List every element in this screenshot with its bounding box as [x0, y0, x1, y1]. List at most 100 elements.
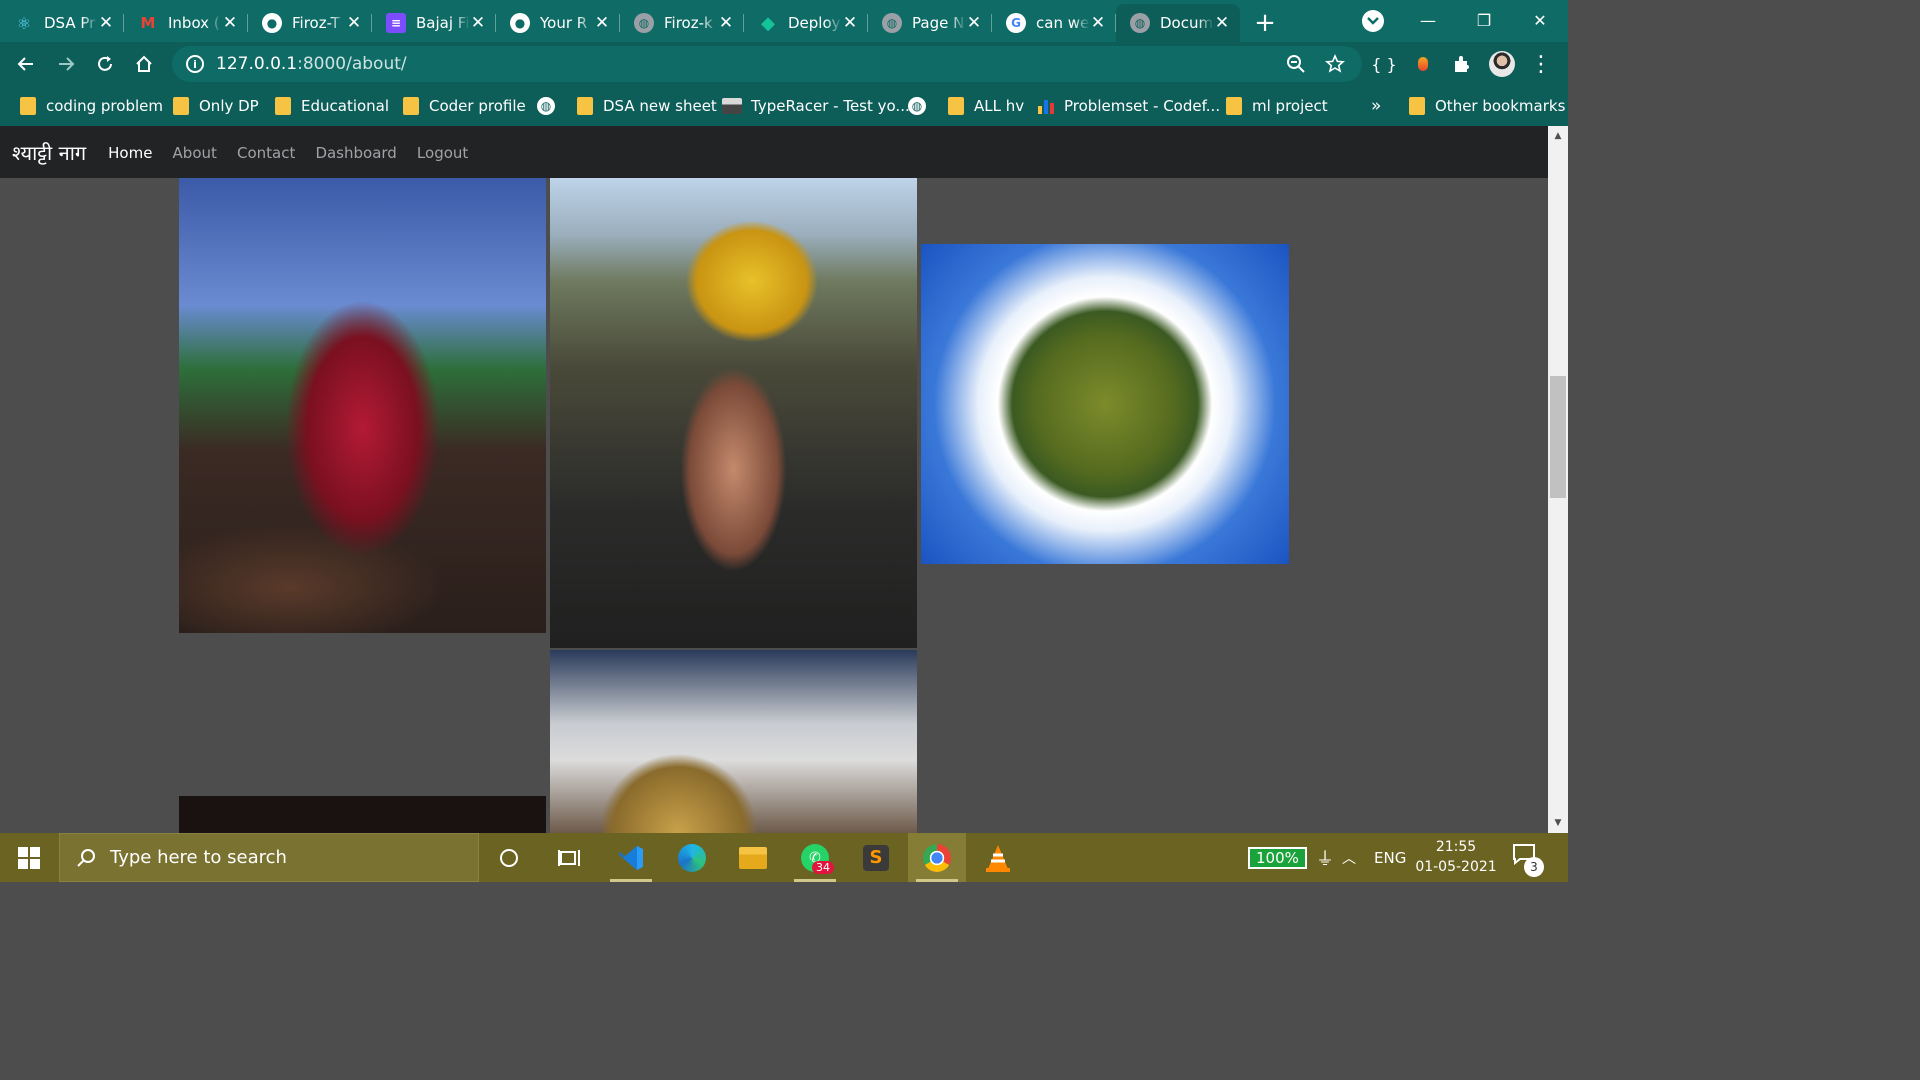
- address-bar[interactable]: i 127.0.0.1:8000/about/: [172, 46, 1362, 82]
- whatsapp-badge: 34: [812, 861, 834, 874]
- edge-icon[interactable]: [663, 833, 721, 882]
- profile-avatar[interactable]: [1486, 48, 1518, 80]
- forward-icon[interactable]: [50, 48, 82, 80]
- scrollbar-thumb[interactable]: [1550, 376, 1566, 498]
- close-tab-icon[interactable]: ✕: [1090, 13, 1106, 33]
- vlc-icon[interactable]: [969, 833, 1027, 882]
- page-scrollbar[interactable]: ▲ ▼: [1548, 126, 1568, 833]
- scroll-down-arrow-icon[interactable]: ▼: [1548, 815, 1568, 831]
- power-plug-icon[interactable]: ⏚: [1316, 833, 1334, 882]
- battery-indicator[interactable]: 100%: [1248, 833, 1307, 882]
- action-center-icon[interactable]: 3: [1512, 843, 1544, 877]
- bookmark-other-bookmarks[interactable]: Other bookmarks: [1409, 94, 1565, 118]
- new-tab-button[interactable]: +: [1240, 4, 1290, 42]
- tab-can-we[interactable]: G can we ✕: [992, 4, 1116, 42]
- folder-icon: [948, 97, 964, 115]
- bookmark-educational[interactable]: Educational: [275, 94, 389, 118]
- tab-your-r[interactable]: ● Your R ✕: [496, 4, 620, 42]
- whatsapp-icon[interactable]: ✆ 34: [786, 833, 844, 882]
- minimize-icon[interactable]: —: [1400, 0, 1456, 40]
- bookmark-label: Problemset - Codef...: [1064, 97, 1221, 115]
- bookmark-coding-problem[interactable]: coding problem: [20, 94, 163, 118]
- globe-icon: ◍: [537, 97, 555, 115]
- back-icon[interactable]: [10, 48, 42, 80]
- site-nav: Home About Contact Dashboard Logout: [108, 143, 483, 162]
- react-icon: ⚛: [16, 13, 32, 33]
- json-viewer-extension-icon[interactable]: { }: [1368, 48, 1400, 80]
- extensions-puzzle-icon[interactable]: [1446, 48, 1478, 80]
- bookmark-globe-2[interactable]: ◍: [908, 94, 936, 118]
- bookmark-label: ml project: [1252, 97, 1328, 115]
- bookmark-typeracer[interactable]: TypeRacer - Test yo...: [722, 94, 910, 118]
- nav-dashboard[interactable]: Dashboard: [315, 144, 396, 162]
- more-bookmarks-chevron[interactable]: »: [1371, 94, 1381, 118]
- tray-chevron-up-icon[interactable]: ︿: [1342, 833, 1356, 882]
- file-explorer-icon[interactable]: [724, 833, 782, 882]
- browser-toolbar: i 127.0.0.1:8000/about/ { } ⋮: [0, 42, 1568, 86]
- close-tab-icon[interactable]: ✕: [1214, 13, 1230, 33]
- reload-icon[interactable]: [89, 48, 121, 80]
- nav-logout[interactable]: Logout: [417, 144, 468, 162]
- windows-start-icon[interactable]: [0, 833, 58, 882]
- bookmark-globe[interactable]: ◍: [537, 94, 565, 118]
- codeforces-icon: [1038, 98, 1054, 114]
- system-clock[interactable]: 21:55 01-05-2021: [1410, 837, 1502, 877]
- home-icon[interactable]: [128, 48, 160, 80]
- bookmark-all-hv[interactable]: ALL hv: [948, 94, 1024, 118]
- close-tab-icon[interactable]: ✕: [842, 13, 858, 33]
- bookmark-only-dp[interactable]: Only DP: [173, 94, 259, 118]
- tab-deploy[interactable]: ◆ Deploy ✕: [744, 4, 868, 42]
- tab-bajaj[interactable]: ≡ Bajaj Fi ✕: [372, 4, 496, 42]
- nav-home[interactable]: Home: [108, 144, 152, 162]
- running-indicator: [794, 879, 836, 882]
- site-info-icon[interactable]: i: [186, 55, 204, 73]
- folder-icon: [1409, 97, 1425, 115]
- chrome-icon[interactable]: [908, 833, 966, 882]
- site-brand[interactable]: श्याट्टी नाग: [12, 139, 86, 166]
- tab-document-active[interactable]: ◍ Docum ✕: [1116, 4, 1240, 42]
- task-view-icon[interactable]: [540, 833, 598, 882]
- globe-icon: ◍: [882, 13, 902, 33]
- language-indicator[interactable]: ENG: [1374, 833, 1406, 882]
- vscode-icon[interactable]: [602, 833, 660, 882]
- restore-icon[interactable]: ❐: [1456, 0, 1512, 40]
- globe-icon: ◍: [908, 97, 926, 115]
- extension-drop-icon[interactable]: [1407, 48, 1439, 80]
- forms-icon: ≡: [386, 13, 406, 33]
- menu-kebab-icon[interactable]: ⋮: [1525, 48, 1557, 80]
- close-tab-icon[interactable]: ✕: [346, 13, 362, 33]
- sublime-text-icon[interactable]: S: [847, 833, 905, 882]
- tab-firoz-t[interactable]: ● Firoz-T ✕: [248, 4, 372, 42]
- zoom-icon[interactable]: [1280, 48, 1312, 80]
- close-tab-icon[interactable]: ✕: [222, 13, 238, 33]
- nav-about[interactable]: About: [173, 144, 217, 162]
- tab-title: DSA Pr: [44, 14, 96, 32]
- tab-search-icon[interactable]: [1362, 10, 1384, 32]
- tab-dsa[interactable]: ⚛ DSA Pr ✕: [0, 4, 124, 42]
- bookmark-star-icon[interactable]: [1319, 48, 1351, 80]
- tab-strip: ⚛ DSA Pr ✕ M Inbox ( ✕ ● Firoz-T ✕ ≡ Baj…: [0, 0, 1568, 42]
- close-window-icon[interactable]: ✕: [1512, 0, 1568, 40]
- running-indicator: [916, 879, 958, 882]
- clock-time: 21:55: [1435, 839, 1477, 855]
- taskbar-search-input[interactable]: Type here to search: [59, 833, 479, 882]
- close-tab-icon[interactable]: ✕: [718, 13, 734, 33]
- bookmark-problemset[interactable]: Problemset - Codef...: [1038, 94, 1220, 118]
- bookmark-dsa-new-sheet[interactable]: DSA new sheet: [577, 94, 717, 118]
- close-tab-icon[interactable]: ✕: [594, 13, 610, 33]
- scroll-up-arrow-icon[interactable]: ▲: [1548, 128, 1568, 144]
- tab-firoz-k[interactable]: ◍ Firoz-k ✕: [620, 4, 744, 42]
- bookmark-label: Other bookmarks: [1435, 97, 1566, 115]
- cortana-icon[interactable]: [480, 833, 538, 882]
- tab-page-n[interactable]: ◍ Page N ✕: [868, 4, 992, 42]
- bookmark-label: DSA new sheet: [603, 97, 717, 115]
- close-tab-icon[interactable]: ✕: [98, 13, 114, 33]
- windows-taskbar: Type here to search ✆ 34 S 100% ⏚ ︿ ENG …: [0, 833, 1568, 882]
- close-tab-icon[interactable]: ✕: [966, 13, 982, 33]
- nav-contact[interactable]: Contact: [237, 144, 295, 162]
- close-tab-icon[interactable]: ✕: [470, 13, 486, 33]
- bookmark-ml-project[interactable]: ml project: [1226, 94, 1328, 118]
- tab-inbox[interactable]: M Inbox ( ✕: [124, 4, 248, 42]
- gallery-photo-procession: [550, 178, 917, 648]
- bookmark-coder-profile[interactable]: Coder profile: [403, 94, 526, 118]
